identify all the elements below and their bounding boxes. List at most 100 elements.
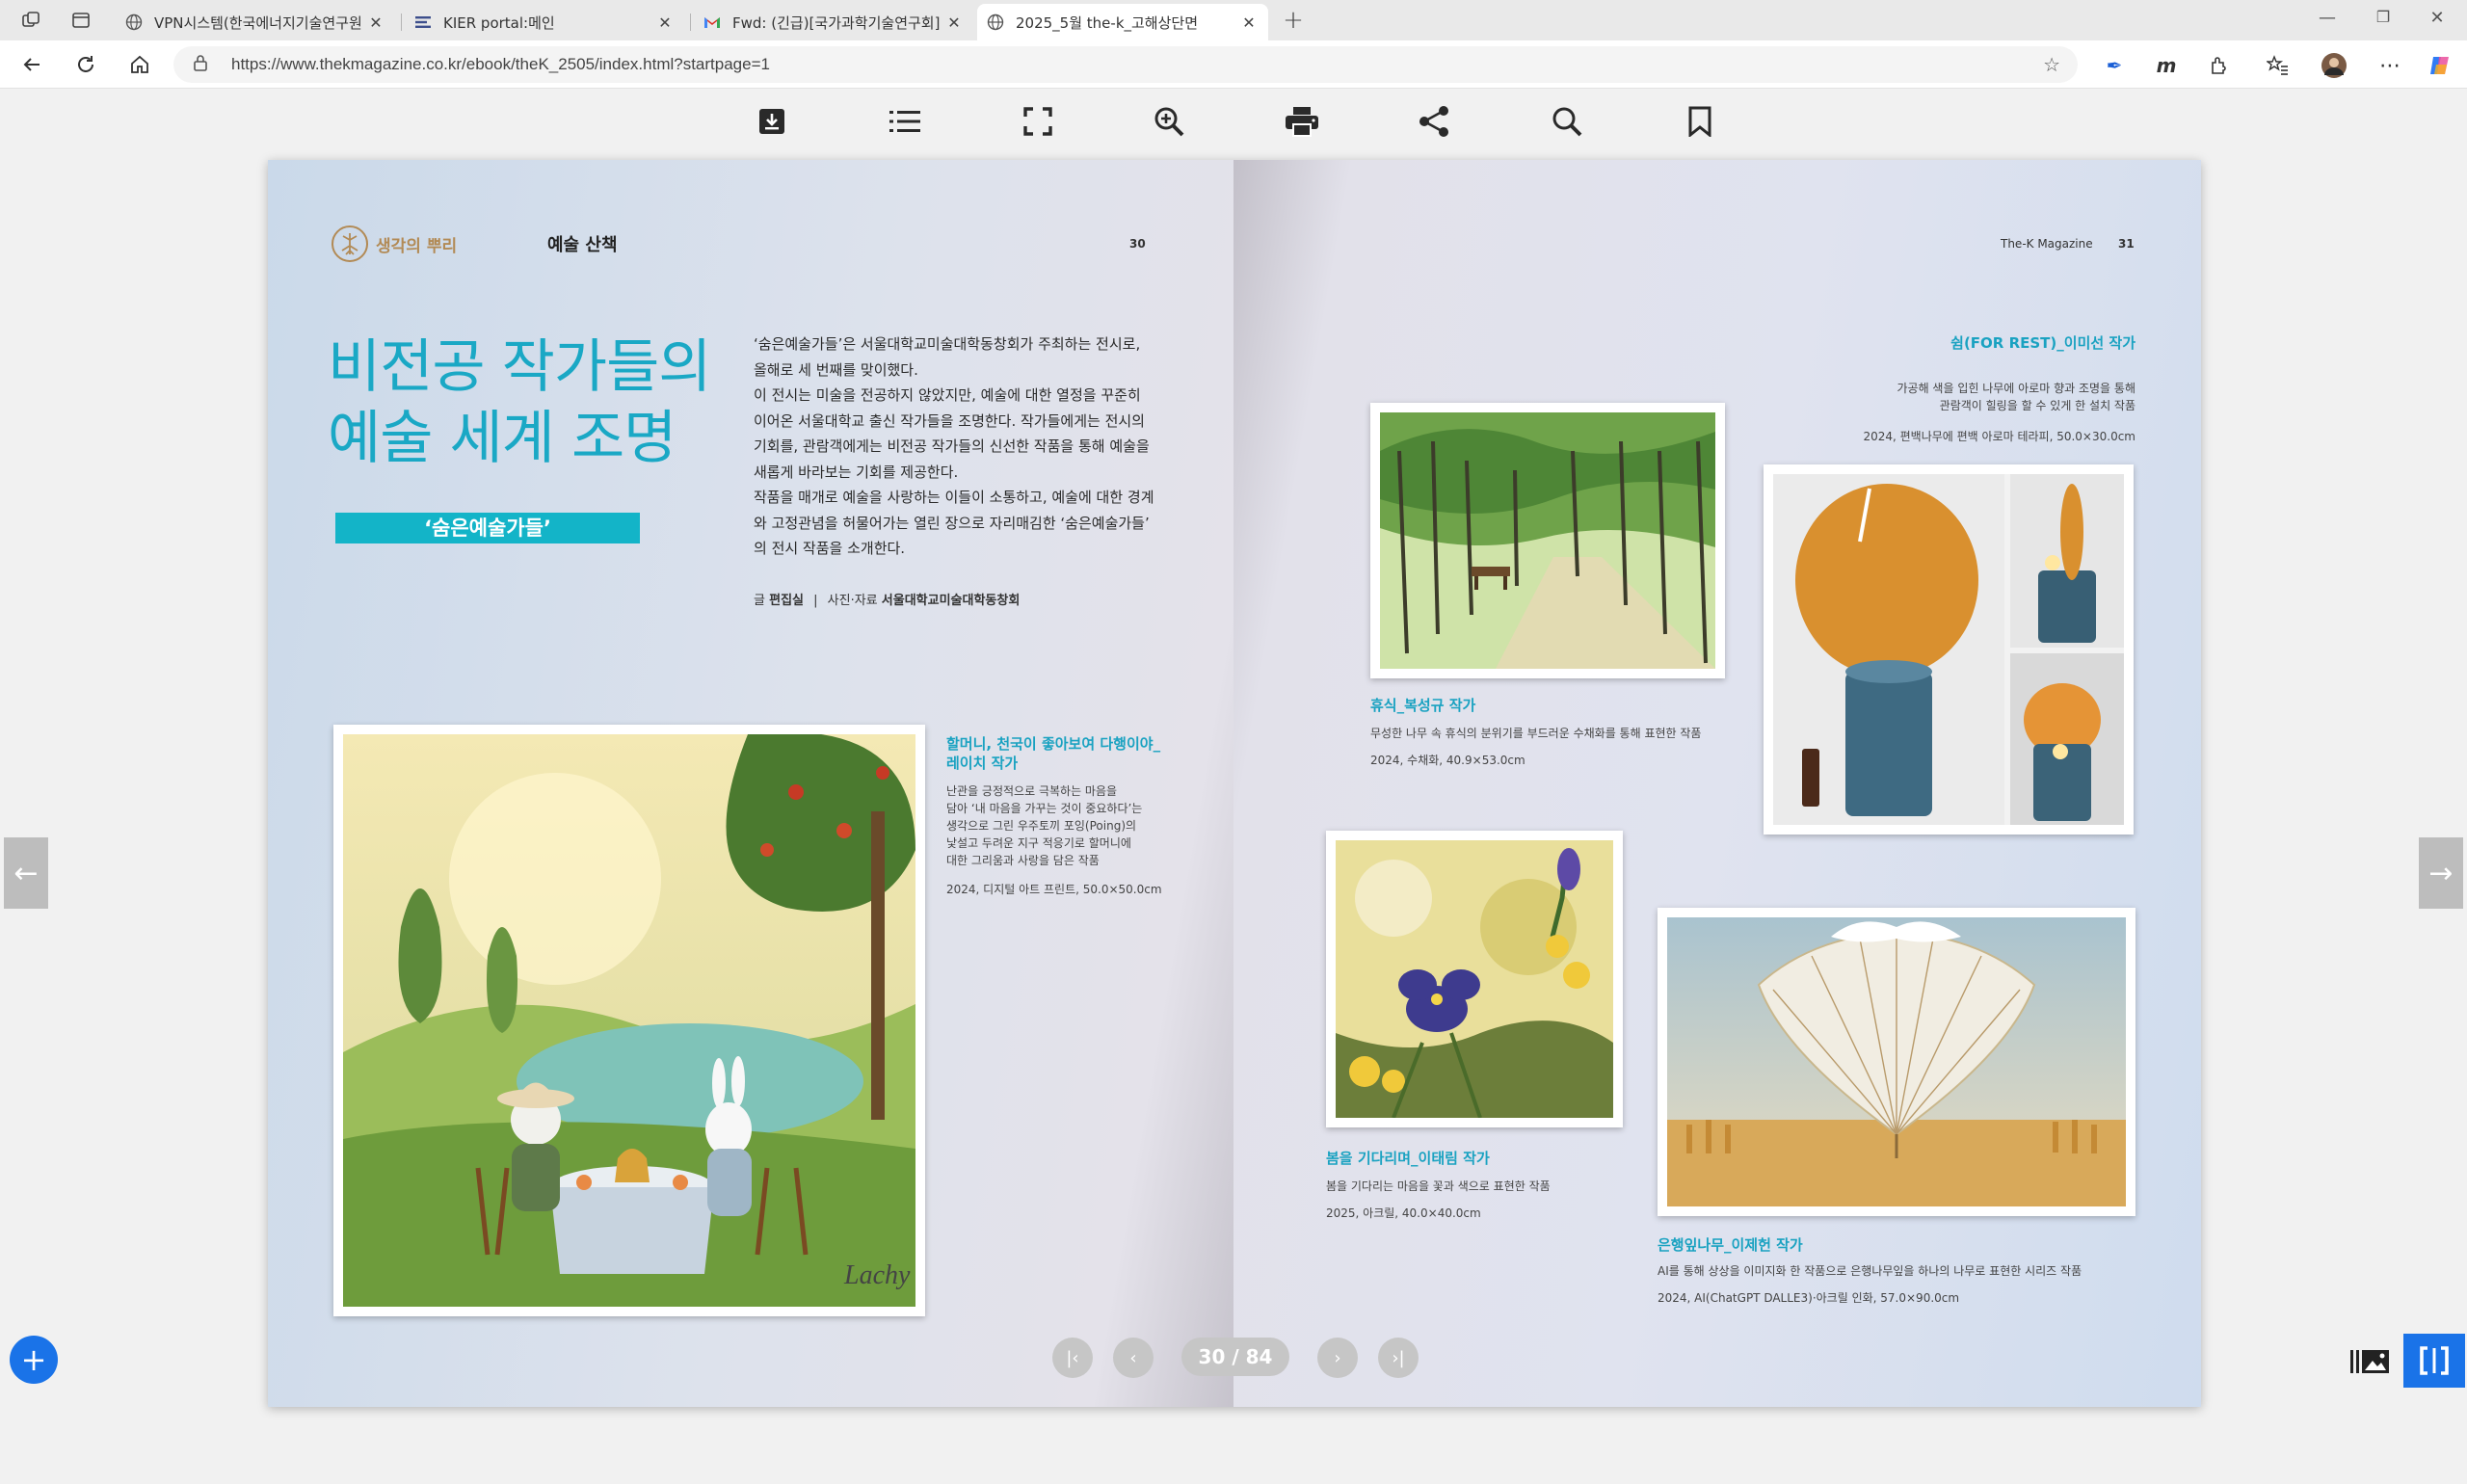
desc-line: 무성한 나무 속 휴식의 분위기를 부드러운 수채화를 통해 표현한 작품	[1370, 727, 1702, 740]
home-icon[interactable]	[125, 50, 154, 79]
copilot-icon[interactable]	[2427, 52, 2454, 79]
more-menu-icon[interactable]: ⋯	[2376, 52, 2403, 79]
tab-close-icon[interactable]: ✕	[655, 13, 675, 32]
ginkgo-leaf-image	[1667, 917, 2126, 1206]
desc-line: 가공해 색을 입힌 나무에 아로마 향과 조명을 통해	[1897, 382, 2135, 395]
artwork-description: AI를 통해 상상을 이미지화 한 작품으로 은행나무잎을 하나의 나무로 표현…	[1658, 1262, 2082, 1280]
extensions-icon[interactable]	[2205, 52, 2232, 79]
pen-extension-icon[interactable]: ✒	[2101, 52, 2128, 79]
workspaces-icon[interactable]	[19, 9, 42, 32]
artwork-meta: 2024, 수채화, 40.9×53.0cm	[1370, 754, 1525, 767]
fullscreen-icon[interactable]	[1019, 102, 1057, 141]
intro-line: 기회를, 관람객에게는 비전공 작가들의 신선한 작품을 통해 예술을	[754, 437, 1150, 455]
logo-text: 생각의 뿌리	[376, 236, 458, 256]
tea-party-painting: Lachy	[343, 734, 915, 1307]
artwork-frame: Lachy	[333, 725, 925, 1316]
first-page-icon[interactable]: |‹	[1052, 1338, 1093, 1378]
bookmark-icon[interactable]	[1681, 102, 1719, 141]
tab-close-icon[interactable]: ✕	[944, 13, 964, 32]
credit-value: 편집실	[769, 594, 804, 608]
page-indicator: 30 / 84	[1181, 1338, 1289, 1376]
tab-gmail[interactable]: Fwd: (긴급)[국가과학기술연구회] ✕	[694, 4, 973, 40]
address-bar[interactable]: https://www.thekmagazine.co.kr/ebook/the…	[173, 46, 2078, 83]
intro-line: 올해로 세 번째를 맞이했다.	[754, 360, 918, 379]
search-icon[interactable]	[1548, 102, 1586, 141]
desc-line: 담아 ‘내 마음을 가꾸는 것이 중요하다’는	[946, 802, 1143, 815]
intro-line: 작품을 매개로 예술을 사랑하는 이들이 소통하고, 예술에 대한 경계	[754, 489, 1154, 506]
favorites-list-icon[interactable]	[2265, 52, 2292, 79]
minimize-icon[interactable]: —	[2313, 8, 2342, 28]
forest-watercolor	[1380, 412, 1715, 669]
back-icon[interactable]	[17, 50, 46, 79]
share-icon[interactable]	[1415, 102, 1453, 141]
intro-line: 새롭게 바라보는 기회를 제공한다.	[754, 463, 959, 481]
artwork-meta: 2024, 편백나무에 편백 아로마 테라피, 50.0×30.0cm	[1863, 430, 2135, 443]
artwork-description: 난관을 긍정적으로 극복하는 마음을 담아 ‘내 마음을 가꾸는 것이 중요하다…	[946, 782, 1142, 869]
list-icon[interactable]	[886, 102, 924, 141]
desc-line: 대한 그리움과 사랑을 담은 작품	[946, 854, 1100, 867]
vertical-tabs-icon[interactable]	[69, 9, 93, 32]
tab-kier-portal[interactable]: KIER portal:메인 ✕	[405, 4, 684, 40]
globe-icon	[987, 13, 1004, 31]
tab-divider	[401, 13, 402, 31]
add-button[interactable]: +	[10, 1336, 58, 1384]
desc-line: AI를 통해 상상을 이미지화 한 작품으로 은행나무잎을 하나의 나무로 표현…	[1658, 1264, 2082, 1278]
tree-root-icon	[332, 225, 368, 262]
artwork-title: 은행잎나무_이제헌 작가	[1658, 1236, 1803, 1254]
artwork-frame	[1764, 464, 2134, 835]
desc-line: 관람객이 힐링을 할 수 있게 한 설치 작품	[1939, 399, 2135, 412]
browser-toolbar: https://www.thekmagazine.co.kr/ebook/the…	[0, 40, 2467, 89]
book-spread: 생각의 뿌리 예술 산책 30 비전공 작가들의 예술 세계 조명 ‘숨은예술가…	[268, 160, 2201, 1407]
m-extension-icon[interactable]: m	[2153, 52, 2180, 79]
tab-strip: VPN시스템(한국에너지기술연구원 ✕ KIER portal:메인 ✕ Fwd…	[0, 0, 2467, 40]
desc-line: 난관을 긍정적으로 극복하는 마음을	[946, 784, 1118, 798]
artwork-frame	[1658, 908, 2135, 1216]
credit-line: 글 편집실 | 사진·자료 서울대학교미술대학동창회	[754, 590, 1020, 608]
artwork-description: 가공해 색을 입힌 나무에 아로마 향과 조명을 통해 관람객이 힐링을 할 수…	[1897, 380, 2135, 414]
artwork-title: 할머니, 천국이 좋아보여 다행이야_ 레이치 작가	[946, 734, 1160, 773]
tab-title: KIER portal:메인	[443, 13, 555, 32]
double-page-view-icon[interactable]	[2403, 1334, 2465, 1388]
profile-avatar[interactable]	[2321, 52, 2348, 79]
exhibition-badge: ‘숨은예술가들’	[335, 513, 640, 543]
next-page-arrow-icon[interactable]: →	[2419, 837, 2463, 909]
last-page-icon[interactable]: ›|	[1378, 1338, 1419, 1378]
close-window-icon[interactable]: ✕	[2423, 8, 2452, 28]
new-tab-icon[interactable]: +	[1282, 6, 1305, 35]
viewer-toolbar	[0, 89, 2467, 156]
tab-close-icon[interactable]: ✕	[1239, 13, 1259, 32]
tab-title: Fwd: (긴급)[국가과학기술연구회]	[732, 13, 941, 32]
credit-value: 서울대학교미술대학동창회	[881, 594, 1021, 608]
prev-page-arrow-icon[interactable]: ←	[4, 837, 48, 909]
intro-text: ‘숨은예술가들’은 서울대학교미술대학동창회가 주최하는 전시로, 올해로 세 …	[754, 331, 1158, 562]
tab-the-k-ebook[interactable]: 2025_5월 the-k_고해상단면 ✕	[977, 4, 1268, 40]
tab-vpn[interactable]: VPN시스템(한국에너지기술연구원 ✕	[116, 4, 395, 40]
right-page: The-K Magazine 31 쉼(FOR REST)_이미선 작가 가공해…	[1234, 160, 2201, 1407]
title-line: 할머니, 천국이 좋아보여 다행이야_	[946, 735, 1161, 753]
lock-icon[interactable]	[193, 54, 216, 75]
download-icon[interactable]	[753, 102, 791, 141]
url-text[interactable]: https://www.thekmagazine.co.kr/ebook/the…	[231, 55, 770, 74]
tab-close-icon[interactable]: ✕	[366, 13, 385, 32]
library-icon[interactable]	[2348, 1334, 2392, 1388]
desc-line: 생각으로 그린 우주토끼 포잉(Poing)의	[946, 819, 1137, 833]
artwork-description: 무성한 나무 속 휴식의 분위기를 부드러운 수채화를 통해 표현한 작품	[1370, 725, 1701, 742]
refresh-icon[interactable]	[71, 50, 100, 79]
artwork-title: 휴식_복성규 작가	[1370, 697, 1476, 714]
next-page-icon[interactable]: ›	[1317, 1338, 1358, 1378]
page-number: 31	[2118, 237, 2135, 251]
artwork-title: 봄을 기다리며_이태림 작가	[1326, 1150, 1490, 1167]
tab-title: VPN시스템(한국에너지기술연구원	[154, 13, 362, 32]
credit-separator: |	[813, 594, 818, 608]
print-icon[interactable]	[1283, 102, 1321, 141]
prev-page-icon[interactable]: ‹	[1113, 1338, 1154, 1378]
title-line: 예술 세계 조명	[328, 405, 676, 472]
zoom-in-icon[interactable]	[1150, 102, 1188, 141]
restore-icon[interactable]: ❐	[2369, 8, 2398, 26]
favorite-star-icon[interactable]: ☆	[2043, 53, 2060, 76]
title-line: 비전공 작가들의	[328, 333, 711, 401]
magazine-name: The-K Magazine	[2001, 237, 2093, 251]
portal-icon	[414, 13, 432, 31]
artwork-title: 쉼(FOR REST)_이미선 작가	[1950, 334, 2135, 352]
page-number: 30	[1129, 237, 1146, 251]
